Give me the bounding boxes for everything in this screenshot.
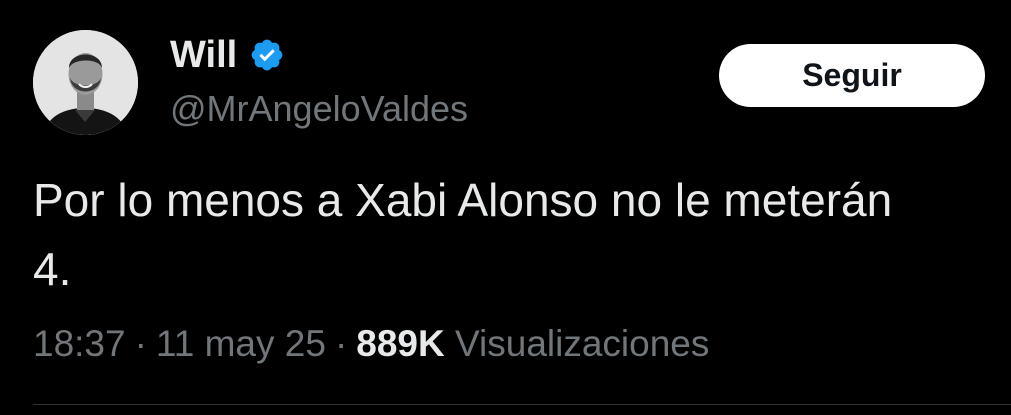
views-label: Visualizaciones: [455, 323, 710, 364]
divider: [33, 404, 1011, 405]
author-handle[interactable]: @MrAngeloValdes: [170, 87, 468, 130]
tweet-meta: 18:37 · 11 may 25 · 889K Visualizaciones: [33, 322, 709, 366]
tweet-card: Will @MrAngeloValdes Seguir Por lo menos…: [0, 0, 1011, 415]
tweet-text: Por lo menos a Xabi Alonso no le meterán…: [33, 174, 893, 295]
author-name-row: Will: [170, 30, 285, 80]
author-name[interactable]: Will: [170, 36, 237, 74]
follow-button[interactable]: Seguir: [719, 44, 985, 107]
tweet-date[interactable]: 11 may 25: [156, 323, 326, 364]
separator-dot: ·: [134, 323, 147, 364]
verified-badge-icon[interactable]: [249, 37, 285, 73]
tweet-time[interactable]: 18:37: [33, 323, 126, 364]
separator-dot: ·: [334, 323, 348, 364]
avatar[interactable]: [33, 30, 138, 135]
profile-photo: [33, 30, 138, 135]
views-count[interactable]: 889K: [356, 323, 444, 364]
